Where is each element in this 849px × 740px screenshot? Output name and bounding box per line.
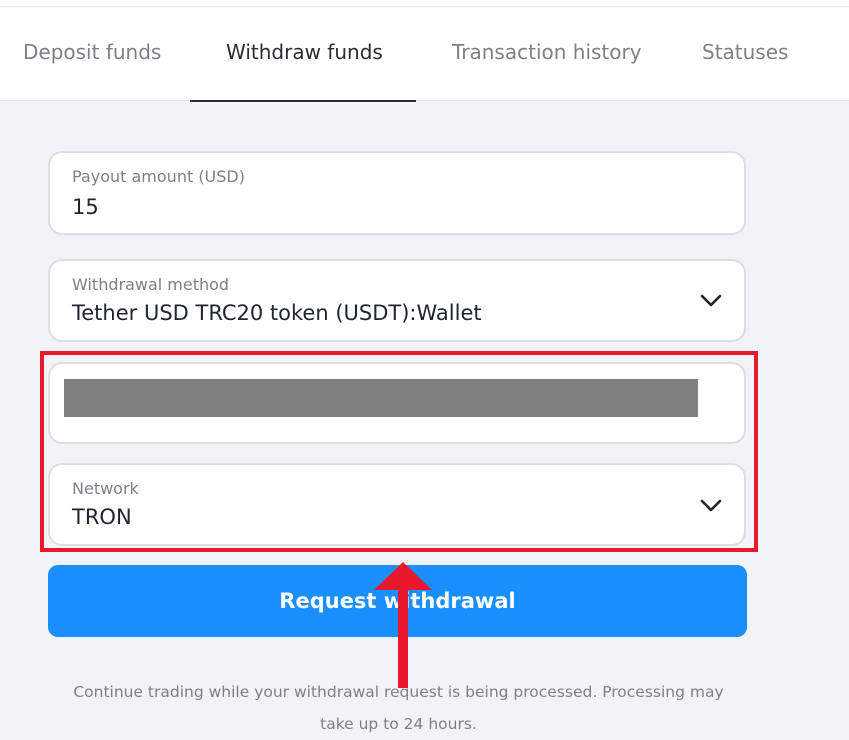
withdrawal-method-value: Tether USD TRC20 token (USDT):Wallet: [72, 301, 482, 325]
active-tab-indicator: [190, 100, 416, 102]
tab-deposit-funds[interactable]: Deposit funds: [23, 40, 161, 64]
tab-statuses[interactable]: Statuses: [702, 40, 788, 64]
network-value: TRON: [72, 505, 132, 529]
payout-amount-label: Payout amount (USD): [72, 167, 245, 186]
chevron-down-icon[interactable]: [700, 499, 722, 513]
payout-amount-field[interactable]: Payout amount (USD): [48, 151, 746, 235]
withdrawal-method-label: Withdrawal method: [72, 275, 230, 294]
network-select[interactable]: Network TRON: [48, 463, 746, 546]
network-label: Network: [72, 479, 139, 498]
processing-note-line1: Continue trading while your withdrawal r…: [73, 683, 724, 701]
tab-transaction-history[interactable]: Transaction history: [452, 40, 642, 64]
wallet-address-field[interactable]: [48, 362, 746, 444]
redacted-wallet-address: [64, 379, 698, 417]
withdrawal-method-select[interactable]: Withdrawal method Tether USD TRC20 token…: [48, 259, 746, 342]
tab-withdraw-funds[interactable]: Withdraw funds: [226, 40, 383, 64]
payout-amount-input[interactable]: [72, 192, 712, 222]
chevron-down-icon[interactable]: [700, 294, 722, 308]
request-withdrawal-button[interactable]: Request withdrawal: [48, 565, 747, 637]
tabs-bar: Deposit funds Withdraw funds Transaction…: [0, 0, 849, 101]
processing-note: Continue trading while your withdrawal r…: [20, 676, 777, 740]
processing-note-line2: take up to 24 hours.: [320, 715, 477, 733]
